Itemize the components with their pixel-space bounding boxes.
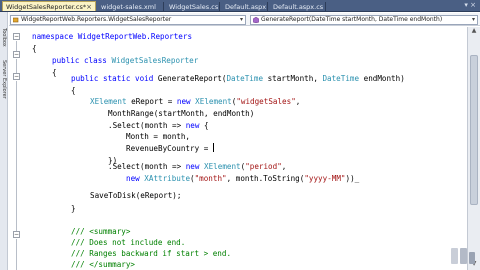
code-line-8: MonthRange(startMonth, endMonth) [108,108,254,120]
code-token: new [185,121,200,130]
tab-label: WidgetSalesReporter.cs* [6,3,87,11]
code-line-20: /// </summary> [71,259,135,270]
code-line-6: { [71,85,76,97]
code-line-3: public class WidgetSalesReporter [52,55,198,67]
fold-guide [16,239,17,270]
code-token: , month.ToString( [226,174,305,183]
code-token: new [185,162,205,171]
code-line-14: new XAttribute("month", month.ToString("… [126,173,359,185]
code-line-11: RevenueByCountry = [126,143,214,155]
dropdown-icon[interactable]: ▾ [464,1,468,9]
code-token: /// </summary> [71,260,136,269]
tab-label: widget-sales.xml [101,3,156,11]
tab-widgetsales-cs[interactable]: WidgetSales.cs [166,2,220,11]
collapse-minus-icon[interactable]: − [13,231,20,238]
code-token: GenerateReport( [157,74,227,83]
code-token: XElement [195,97,232,106]
code-token: public class [52,56,112,65]
code-token: { [52,68,57,77]
code-token: DateTime [322,74,360,83]
code-line-15: SaveToDisk(eReport); [90,190,181,202]
type-selector-combo[interactable]: WidgetReportWeb.Reporters.WidgetSalesRep… [10,15,246,25]
code-token: .Select(month => [108,162,186,171]
code-token: startMonth, [263,74,323,83]
tab-label: Default.aspx.cs [273,3,324,11]
window-controls: ▾ × [464,1,476,9]
code-token: new [126,174,145,183]
close-icon[interactable]: × [86,2,92,11]
chevron-down-icon[interactable]: ▾ [240,16,243,24]
type-selector-value: WidgetReportWeb.Reporters.WidgetSalesRep… [21,16,172,23]
code-token: { [32,44,37,53]
code-token: "yyyy-MM" [304,174,346,183]
code-line-13: .Select(month => new XElement("period", [108,161,286,173]
code-token: XAttribute [144,174,191,183]
code-token: SaveToDisk(eReport); [90,191,182,200]
code-token: , [295,97,301,106]
code-token: , [281,162,287,171]
tab-default-aspx[interactable]: Default.aspx [222,2,268,11]
navigation-bar: WidgetReportWeb.Reporters.WidgetSalesRep… [9,13,480,26]
code-token: Month = month, [126,132,191,141]
tab-label: WidgetSales.cs [169,3,219,11]
code-line-2: { [32,43,37,55]
tab-widget-sales-xml[interactable]: widget-sales.xml [98,2,164,11]
code-token: { [71,86,76,95]
fold-guide [16,81,17,231]
code-token: /// <summary> [71,227,131,236]
document-tab-bar: WidgetSalesReporter.cs* × widget-sales.x… [0,0,480,12]
code-token: "period" [245,162,282,171]
code-token: /// Ranges backward if start > end. [71,249,232,258]
code-line-16: } [71,203,76,215]
tab-widgetsalesreporter-cs[interactable]: WidgetSalesReporter.cs* × [2,1,96,11]
scroll-thumb[interactable] [470,55,478,205]
code-token: RevenueByCountry = [126,144,213,153]
code-token: } [71,204,76,213]
vertical-scrollbar[interactable]: ▲ ▼ [467,27,480,270]
member-selector-combo[interactable]: GenerateReport(DateTime startMonth, Date… [250,15,478,25]
code-token: new [176,97,196,106]
code-token: WidgetSalesReporter [111,56,199,65]
code-line-5: public static void GenerateReport(DateTi… [71,73,405,85]
code-token: MonthRange(startMonth, endMonth) [108,109,255,118]
code-token: XElement [204,162,241,171]
collapse-minus-icon[interactable]: − [13,33,20,40]
code-line-7: XElement eReport = new XElement("widgetS… [90,96,300,108]
code-line-10: Month = month, [126,131,190,143]
scroll-up-icon[interactable]: ▲ [468,27,480,37]
member-selector-value: GenerateReport(DateTime startMonth, Date… [261,16,443,23]
tab-default-aspx-cs[interactable]: Default.aspx.cs [270,2,326,11]
close-icon[interactable]: × [470,1,476,9]
code-token: "month" [194,174,227,183]
fold-guide [16,41,17,51]
chevron-down-icon[interactable]: ▾ [472,16,475,24]
code-token: XElement [90,97,127,106]
code-line-4: { [52,67,57,79]
code-token: eReport = [126,97,177,106]
tab-label: Default.aspx [225,3,267,11]
code-token: public static void [71,74,158,83]
fold-guide [16,59,17,73]
logo-icon [451,248,475,264]
collapse-minus-icon[interactable]: − [13,51,20,58]
code-token: { [199,121,209,130]
code-token: ))_ [345,174,360,183]
code-line-1: namespace WidgetReportWeb.Reporters [32,31,192,43]
code-token: "widgetSales" [236,97,296,106]
code-token: namespace WidgetReportWeb.Reporters [32,32,193,41]
code-token: /// Does not include end. [71,238,186,247]
class-icon [13,17,19,23]
server-explorer-tab[interactable]: Server Explorer [1,60,7,99]
text-caret [212,143,214,152]
code-token: endMonth) [359,74,405,83]
left-tool-strip: Toolbox Server Explorer [0,12,8,270]
method-icon [253,17,259,23]
code-token: .Select(month => [108,121,186,130]
code-token: DateTime [226,74,264,83]
collapse-minus-icon[interactable]: − [13,73,20,80]
toolbox-tab[interactable]: Toolbox [1,28,7,47]
